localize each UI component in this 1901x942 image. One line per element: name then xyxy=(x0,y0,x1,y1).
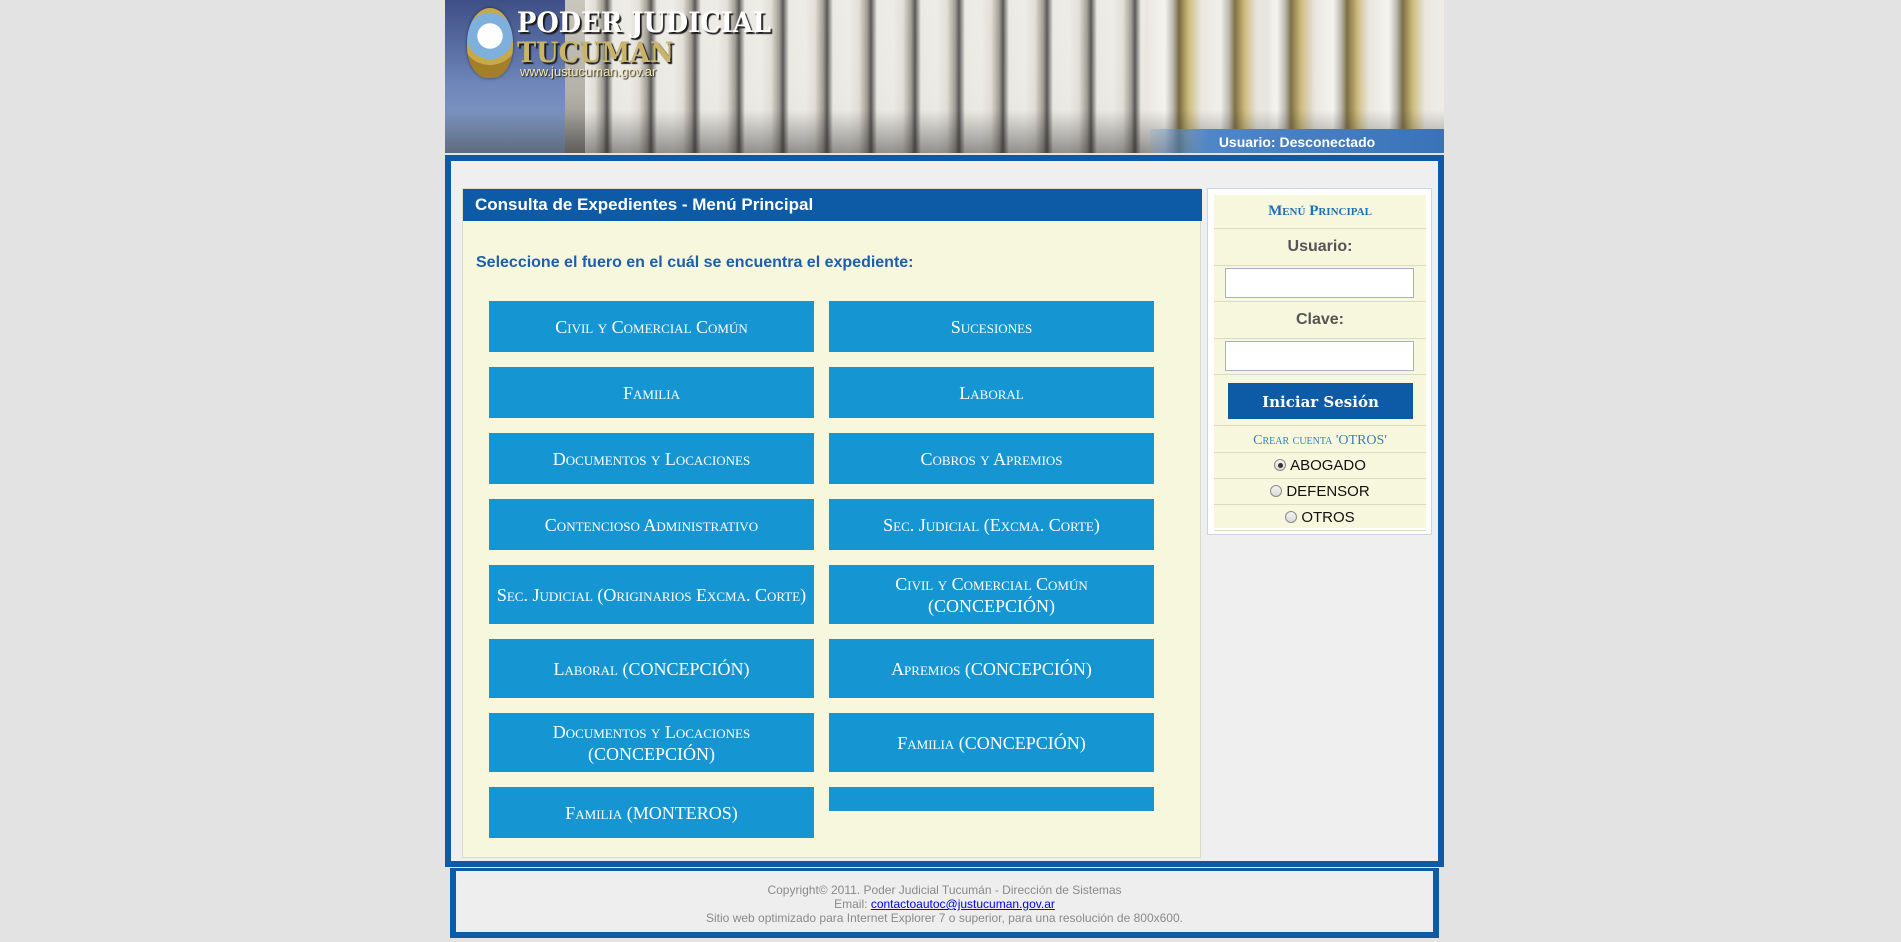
user-label: Usuario: xyxy=(1214,229,1426,266)
radio-abogado[interactable]: ABOGADO xyxy=(1214,453,1426,479)
password-label: Clave: xyxy=(1214,302,1426,339)
radio-label: DEFENSOR xyxy=(1286,483,1370,500)
divider xyxy=(1214,425,1426,426)
login-box: Menú Principal Usuario: Clave: Iniciar S… xyxy=(1214,195,1426,531)
radio-label: ABOGADO xyxy=(1290,457,1366,474)
fuero-button-civil-comercial[interactable]: Civil y Comercial Común xyxy=(489,301,814,352)
fuero-button-laboral[interactable]: Laboral xyxy=(829,367,1154,418)
menu-title: Menú Principal xyxy=(1214,195,1426,229)
fuero-button-sec-judicial-originarios[interactable]: Sec. Judicial (Originarios Excma. Corte) xyxy=(489,565,814,624)
main-frame: Consulta de Expedientes - Menú Principal… xyxy=(445,155,1444,867)
radio-button-icon[interactable] xyxy=(1274,459,1287,471)
coat-of-arms-logo xyxy=(467,8,513,78)
radio-defensor[interactable]: DEFENSOR xyxy=(1214,479,1426,505)
user-field-row xyxy=(1214,266,1426,302)
header-banner: PODER JUDICIAL TUCUMAN www.justucuman.go… xyxy=(445,0,1444,153)
email-line: Email: contactoautoc@justucuman.gov.ar xyxy=(456,897,1433,911)
user-input[interactable] xyxy=(1225,268,1414,298)
login-sidebar: Menú Principal Usuario: Clave: Iniciar S… xyxy=(1207,188,1432,535)
radio-label: OTROS xyxy=(1301,509,1355,526)
password-field-row xyxy=(1214,339,1426,375)
radio-button-icon[interactable] xyxy=(1285,511,1298,523)
footer: Copyright© 2011. Poder Judicial Tucumán … xyxy=(450,868,1439,938)
fuero-button-apremios-concepcion[interactable]: Apremios (CONCEPCIÓN) xyxy=(829,639,1154,698)
fuero-button-cobros-apremios[interactable]: Cobros y Apremios xyxy=(829,433,1154,484)
radio-otros[interactable]: OTROS xyxy=(1214,505,1426,531)
copyright-text: Copyright© 2011. Poder Judicial Tucumán … xyxy=(767,883,1122,897)
fuero-button-sucesiones[interactable]: Sucesiones xyxy=(829,301,1154,352)
fuero-button-familia-monteros[interactable]: Familia (MONTEROS) xyxy=(489,787,814,838)
password-input[interactable] xyxy=(1225,341,1414,371)
logo-title: PODER JUDICIAL xyxy=(517,6,771,39)
fuero-button-contencioso-administrativo[interactable]: Contencioso Administrativo xyxy=(489,499,814,550)
fuero-button-documentos-locaciones-concepcion[interactable]: Documentos y Locaciones (CONCEPCIÓN) xyxy=(489,713,814,772)
fuero-button-laboral-concepcion[interactable]: Laboral (CONCEPCIÓN) xyxy=(489,639,814,698)
create-account-link[interactable]: Crear cuenta 'OTROS' xyxy=(1214,430,1426,453)
fuero-prompt: Seleccione el fuero en el cuál se encuen… xyxy=(476,254,914,271)
fuero-button-sec-judicial-corte[interactable]: Sec. Judicial (Excma. Corte) xyxy=(829,499,1154,550)
email-link[interactable]: contactoautoc@justucuman.gov.ar xyxy=(871,897,1055,911)
user-status: Usuario: Desconectado xyxy=(1150,129,1444,153)
login-button[interactable]: Iniciar Sesión xyxy=(1228,383,1413,419)
fuero-panel: Consulta de Expedientes - Menú Principal… xyxy=(462,188,1202,858)
fuero-button-documentos-locaciones[interactable]: Documentos y Locaciones xyxy=(489,433,814,484)
page-title: Consulta de Expedientes - Menú Principal xyxy=(463,189,1202,221)
fuero-button-familia[interactable]: Familia xyxy=(489,367,814,418)
email-label: Email: xyxy=(834,897,871,911)
logo-url: www.justucuman.gov.ar xyxy=(520,64,657,79)
page: PODER JUDICIAL TUCUMAN www.justucuman.go… xyxy=(445,0,1444,942)
fuero-button-civil-comercial-concepcion[interactable]: Civil y Comercial Común (CONCEPCIÓN) xyxy=(829,565,1154,624)
fuero-button-empty[interactable] xyxy=(829,787,1154,811)
radio-button-icon[interactable] xyxy=(1270,485,1283,497)
browser-note: Sitio web optimizado para Internet Explo… xyxy=(706,911,1183,925)
fuero-button-familia-concepcion[interactable]: Familia (CONCEPCIÓN) xyxy=(829,713,1154,772)
